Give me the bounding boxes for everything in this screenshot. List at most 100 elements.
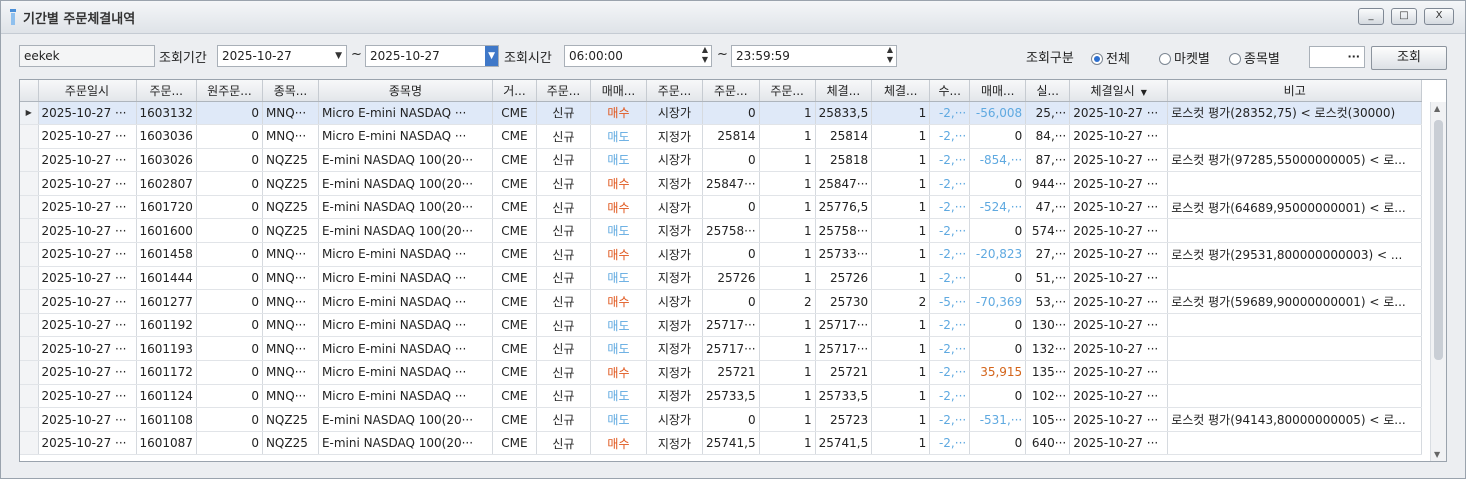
table-cell[interactable]: E-mini NASDAQ 100(20··· — [318, 171, 493, 196]
table-cell[interactable]: -2,··· — [929, 266, 971, 291]
table-cell[interactable]: 2025-10-27 ··· — [1069, 407, 1169, 432]
table-cell[interactable] — [1167, 171, 1423, 196]
table-cell[interactable]: 1603026 — [136, 148, 197, 173]
table-cell[interactable]: 1 — [871, 266, 931, 291]
table-cell[interactable]: 25721 — [702, 360, 760, 385]
table-cell[interactable]: 0 — [196, 266, 263, 291]
table-cell[interactable]: -2,··· — [929, 336, 971, 362]
table-cell[interactable]: 0 — [196, 313, 263, 338]
table-cell[interactable]: -2,··· — [929, 313, 971, 338]
table-cell[interactable]: 로스컷 평가(29531,800000000003) < ... — [1167, 242, 1423, 267]
table-cell[interactable]: NQZ25 — [262, 148, 319, 173]
table-cell[interactable]: 0 — [969, 313, 1027, 338]
table-cell[interactable]: CME — [492, 313, 537, 338]
table-cell[interactable]: 매도 — [590, 336, 647, 362]
table-cell[interactable]: CME — [492, 124, 537, 149]
table-cell[interactable]: 1 — [759, 101, 816, 126]
table-cell[interactable]: 25741,5 — [702, 431, 760, 456]
table-cell[interactable]: 지정가 — [646, 384, 703, 409]
table-cell[interactable]: CME — [492, 289, 537, 314]
table-cell[interactable]: 1 — [759, 384, 816, 409]
table-cell[interactable]: E-mini NASDAQ 100(20··· — [318, 218, 493, 244]
table-cell[interactable]: 25730 — [815, 289, 873, 314]
table-cell[interactable]: 매도 — [590, 407, 647, 432]
table-cell[interactable]: -2,··· — [929, 242, 971, 267]
table-cell[interactable]: Micro E-mini NASDAQ ··· — [318, 360, 493, 385]
table-cell[interactable]: 2025-10-27 ··· — [1069, 195, 1169, 220]
table-cell[interactable]: 0 — [969, 171, 1027, 196]
table-cell[interactable]: 매도 — [590, 384, 647, 409]
table-cell[interactable]: 2025-10-27 ··· — [1069, 242, 1169, 267]
table-cell[interactable]: 2025-10-27 ··· — [38, 124, 137, 149]
table-cell[interactable]: 매수 — [590, 101, 647, 126]
table-cell[interactable]: 지정가 — [646, 218, 703, 244]
table-cell[interactable]: 2025-10-27 ··· — [1069, 360, 1169, 385]
column-header[interactable]: 주문... — [136, 80, 197, 102]
table-cell[interactable]: 0 — [196, 171, 263, 196]
table-cell[interactable]: 로스컷 평가(59689,90000000001) < 로... — [1167, 289, 1423, 314]
table-cell[interactable]: 1 — [759, 218, 816, 244]
table-cell[interactable]: 0 — [969, 266, 1027, 291]
table-cell[interactable]: 0 — [702, 289, 760, 314]
table-cell[interactable]: 25818 — [815, 148, 873, 173]
table-cell[interactable]: 25717··· — [702, 313, 760, 338]
table-cell[interactable]: 2025-10-27 ··· — [1069, 313, 1169, 338]
table-cell[interactable]: 0 — [702, 148, 760, 173]
column-header[interactable]: 체결... — [871, 80, 931, 102]
table-cell[interactable]: CME — [492, 336, 537, 362]
table-cell[interactable]: 2025-10-27 ··· — [38, 171, 137, 196]
close-button[interactable]: X — [1424, 8, 1454, 25]
column-header[interactable]: 주문일시 — [38, 80, 137, 102]
table-cell[interactable]: 매도 — [590, 124, 647, 149]
table-cell[interactable]: 0 — [196, 431, 263, 456]
table-cell[interactable]: 신규 — [536, 313, 591, 338]
table-cell[interactable]: 0 — [702, 101, 760, 126]
table-cell[interactable]: -70,369 — [969, 289, 1027, 314]
table-cell[interactable]: 25758··· — [702, 218, 760, 244]
table-row[interactable]: ▶ 2025-10-27 ··· 1603132 0 MNQ··· Micro E-min… — [20, 101, 1423, 126]
table-cell[interactable]: 신규 — [536, 336, 591, 362]
table-cell[interactable] — [1167, 266, 1423, 291]
table-cell[interactable]: -5,··· — [929, 289, 971, 314]
table-cell[interactable]: -2,··· — [929, 407, 971, 432]
table-cell[interactable]: MNQ··· — [262, 336, 319, 362]
table-cell[interactable]: 1601108 — [136, 407, 197, 432]
table-row[interactable]: 2025-10-27 ··· 1603026 0 NQZ25 E-mini NASDAQ… — [20, 148, 1423, 173]
table-cell[interactable]: -2,··· — [929, 124, 971, 149]
table-cell[interactable]: 1 — [871, 148, 931, 173]
table-cell[interactable]: 신규 — [536, 195, 591, 220]
table-cell[interactable]: Micro E-mini NASDAQ ··· — [318, 101, 493, 126]
table-cell[interactable]: 1 — [759, 124, 816, 149]
table-cell[interactable]: 0 — [969, 124, 1027, 149]
table-cell[interactable]: 신규 — [536, 431, 591, 456]
column-header[interactable]: 주문... — [702, 80, 760, 102]
table-cell[interactable]: 지정가 — [646, 431, 703, 456]
table-cell[interactable]: MNQ··· — [262, 313, 319, 338]
table-cell[interactable]: NQZ25 — [262, 218, 319, 244]
table-cell[interactable]: E-mini NASDAQ 100(20··· — [318, 148, 493, 173]
table-cell[interactable]: 1603036 — [136, 124, 197, 149]
table-cell[interactable]: 매수 — [590, 195, 647, 220]
table-cell[interactable]: 1 — [759, 171, 816, 196]
table-cell[interactable]: 1 — [759, 407, 816, 432]
table-cell[interactable]: 지정가 — [646, 313, 703, 338]
table-cell[interactable]: MNQ··· — [262, 242, 319, 267]
table-cell[interactable]: 로스컷 평가(28352,75) < 로스컷(30000) — [1167, 101, 1423, 126]
table-cell[interactable]: 1 — [759, 360, 816, 385]
table-cell[interactable]: 지정가 — [646, 266, 703, 291]
title-bar[interactable]: 기간별 주문체결내역 _ □ X — [1, 1, 1465, 34]
date-from-dropdown[interactable]: 2025-10-27 ▼ — [217, 45, 347, 67]
radio-symbol[interactable]: 종목별 — [1229, 48, 1280, 67]
table-cell[interactable] — [1167, 431, 1423, 456]
table-cell[interactable]: 2025-10-27 ··· — [1069, 384, 1169, 409]
table-cell[interactable]: 25726 — [702, 266, 760, 291]
table-cell[interactable]: 25726 — [815, 266, 873, 291]
table-cell[interactable]: MNQ··· — [262, 360, 319, 385]
table-cell[interactable]: 시장가 — [646, 101, 703, 126]
table-cell[interactable]: 1602807 — [136, 171, 197, 196]
table-cell[interactable]: 0 — [702, 195, 760, 220]
table-cell[interactable]: 매수 — [590, 242, 647, 267]
table-cell[interactable]: 0 — [196, 148, 263, 173]
table-cell[interactable]: MNQ··· — [262, 101, 319, 126]
table-cell[interactable]: 0 — [196, 218, 263, 244]
